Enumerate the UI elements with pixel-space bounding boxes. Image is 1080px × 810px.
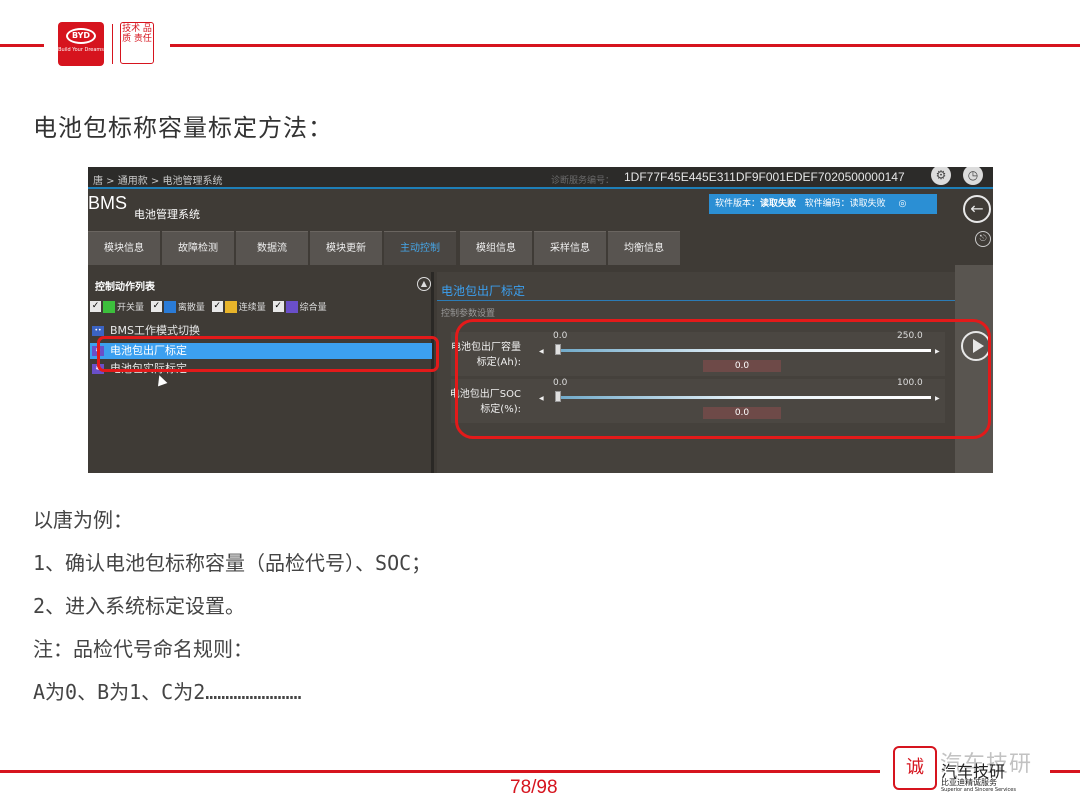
filter-checkbox-switch[interactable]: ✓ [90, 301, 101, 312]
body-line-2: 1、确认电池包标称容量（品检代号）、SOC； [33, 551, 432, 575]
breadcrumb[interactable]: 唐 > 通用款 > 电池管理系统 [93, 172, 222, 187]
refresh-icon[interactable]: ◎ [899, 199, 907, 209]
param-section-label: 控制参数设置 [441, 309, 496, 319]
version-info-bar: 软件版本：读取失败 软件编码：读取失败 ◎ [709, 194, 937, 214]
tab-data-stream[interactable]: 数据流 [236, 231, 308, 265]
discrete-type-icon [163, 300, 176, 313]
header-rule-left [0, 44, 44, 47]
body-line-3: 2、进入系统标定设置。 [33, 594, 246, 618]
filter-label-discrete: 离散量 [177, 303, 205, 313]
tab-module-update[interactable]: 模块更新 [310, 231, 382, 265]
module-title: BMS [88, 193, 128, 213]
filter-label-continuous: 连续量 [238, 303, 266, 313]
tab-sampling-info[interactable]: 采样信息 [534, 231, 606, 265]
filter-checkbox-continuous[interactable]: ✓ [211, 301, 223, 312]
body-line-5: A为0、B为1、C为2…………………… [33, 680, 302, 704]
app-topbar: 唐 > 通用款 > 电池管理系统 诊断服务编号： 1DF77F45E445E31… [88, 167, 993, 189]
tab-balance-info[interactable]: 均衡信息 [608, 231, 680, 265]
sw-version-value: 读取失败 [760, 199, 797, 209]
sw-code-label: 软件编码： [804, 199, 850, 209]
control-list-header: 控制动作列表 [95, 282, 155, 293]
body-line-4: 注：品检代号命名规则： [33, 637, 253, 661]
body-line-1: 以唐为例： [33, 508, 133, 532]
exit-icon[interactable]: ⎋ [975, 231, 991, 247]
highlight-box-parameters [455, 319, 991, 439]
logo-separator [112, 24, 113, 64]
tab-fault-detect[interactable]: 故障检测 [162, 231, 234, 265]
byd-logo-text: BYD [66, 28, 96, 44]
collapse-icon[interactable]: ▲ [417, 277, 431, 291]
tab-pack-info[interactable]: 模组信息 [460, 231, 532, 265]
page-number: 78/98 [510, 777, 558, 798]
filter-bar: ✓ 开关量 ✓ 离散量 ✓ 连续量 ✓ 综合量 [90, 300, 331, 314]
module-subtitle: 电池管理系统 [134, 208, 200, 221]
filter-label-switch: 开关量 [117, 303, 145, 313]
composite-type-icon [285, 300, 298, 313]
filter-checkbox-composite[interactable]: ✓ [272, 301, 284, 312]
byd-logo-tagline: Build Your Dreams [58, 47, 104, 53]
switch-type-icon [103, 300, 115, 313]
panel-divider [437, 300, 955, 301]
filter-label-composite: 综合量 [299, 303, 327, 313]
service-seal-logo: 诚 [893, 746, 937, 790]
header-rule-right [170, 44, 1080, 47]
control-action-list-panel: 控制动作列表 ▲ ✓ 开关量 ✓ 离散量 ✓ 连续量 ✓ 综合量 •• BMS工作模式切换… [88, 272, 434, 473]
action-type-icon: •• [92, 326, 104, 336]
slide-title: 电池包标称容量标定方法： [33, 114, 333, 142]
highlight-box-selected-item [97, 336, 439, 372]
diag-service-value: 1DF77F45E445E311DF9F001EDEF7020500000147 [624, 170, 905, 184]
diag-service-label: 诊断服务编号： [551, 176, 615, 186]
quality-seal: 技术 品质 责任 [120, 22, 154, 64]
panel-title: 电池包出厂标定 [441, 284, 526, 298]
tab-active-control[interactable]: 主动控制 [384, 231, 456, 265]
sw-version-label: 软件版本： [715, 199, 761, 209]
tab-module-info[interactable]: 模块信息 [88, 231, 160, 265]
byd-logo: BYD Build Your Dreams [58, 22, 104, 66]
footer-rule-right [1050, 770, 1080, 773]
continuous-type-icon [224, 300, 237, 313]
footer-rule-left [0, 770, 880, 773]
back-arrow-icon[interactable]: ← [963, 195, 991, 223]
filter-checkbox-discrete[interactable]: ✓ [150, 301, 162, 312]
footer-slogan-en: Superior and Sincere Services [941, 787, 1016, 793]
sw-code-value: 读取失败 [849, 199, 886, 209]
